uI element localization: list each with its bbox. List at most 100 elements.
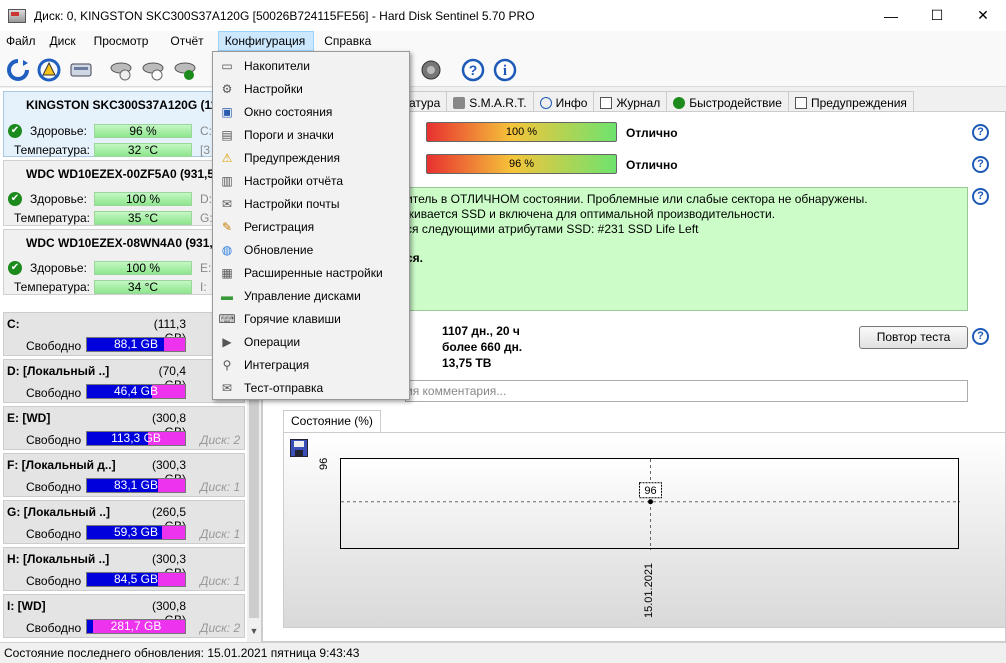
volume-disk: Диск: 1 <box>200 527 241 541</box>
disk-icon[interactable] <box>68 57 94 83</box>
menu-help[interactable]: Справка <box>314 31 379 51</box>
scroll-down-icon[interactable]: ▼ <box>247 626 261 640</box>
free-space-bar: 83,1 GB <box>86 478 186 493</box>
disk-card-0[interactable]: KINGSTON SKC300S37A120G (11 ✔ Здоровье: … <box>3 91 245 157</box>
menu-view[interactable]: Просмотр <box>84 31 157 51</box>
menu-file[interactable]: Файл <box>0 31 44 51</box>
volume-name: H: [Локальный ..] <box>7 552 110 566</box>
info-icon[interactable]: i <box>492 57 518 83</box>
refresh-icon[interactable] <box>5 57 31 83</box>
minimize-button[interactable]: — <box>868 0 914 31</box>
status-line: ся следующими атрибутами SSD: #231 SSD L… <box>406 222 699 236</box>
menu-item[interactable]: ▶ Операции <box>213 330 409 353</box>
disk-ok-icon[interactable] <box>172 57 198 83</box>
tab-info[interactable]: Инфо <box>532 91 595 111</box>
health-chart: 96 <box>340 458 960 550</box>
temp-label: Температура: <box>14 143 91 157</box>
free-label: Свободно <box>26 480 82 494</box>
alert-refresh-icon[interactable] <box>36 57 62 83</box>
health-label: Здоровье: <box>30 124 87 138</box>
window-title: Диск: 0, KINGSTON SKC300S37A120G [50026B… <box>34 8 535 23</box>
menu-disk[interactable]: Диск <box>44 31 84 51</box>
app-icon <box>8 8 26 23</box>
keyboard-icon: ⌨ <box>218 311 236 326</box>
menu-item-label: Предупреждения <box>244 151 340 165</box>
disk-name: WDC WD10EZEX-08WN4A0 (931,5 <box>26 236 220 250</box>
volume-disk: Диск: 1 <box>200 574 241 588</box>
status-bar: Состояние последнего обновления: 15.01.2… <box>0 642 1006 663</box>
volume-item[interactable]: D: [Локальный ..](70,4 GB)Свободно46,4 G… <box>3 359 245 403</box>
menu-item[interactable]: ✉ Тест-отправка <box>213 376 409 399</box>
help-icon[interactable]: ? <box>972 156 989 173</box>
health-rating: Отлично <box>626 126 678 140</box>
menu-item[interactable]: ▣ Окно состояния <box>213 100 409 123</box>
svg-text:?: ? <box>469 62 478 78</box>
menu-item[interactable]: ⚙ Настройки <box>213 77 409 100</box>
menu-item-label: Расширенные настройки <box>244 266 383 280</box>
disk-extra: I: <box>200 280 207 294</box>
menu-item[interactable]: ▦ Расширенные настройки <box>213 261 409 284</box>
menu-item[interactable]: ⌨ Горячие клавиши <box>213 307 409 330</box>
free-space-value: 59,3 GB <box>113 525 159 539</box>
free-space-bar: 281,7 GB <box>86 619 186 634</box>
disk-card-2[interactable]: WDC WD10EZEX-08WN4A0 (931,5 ✔ Здоровье: … <box>3 229 245 295</box>
health-label: Здоровье: <box>30 192 87 206</box>
tab-warnings[interactable]: Предупреждения <box>787 91 914 111</box>
tab-performance[interactable]: Быстродействие <box>666 91 789 111</box>
volume-item[interactable]: C:(111,3 GB)Свободно88,1 GB <box>3 312 245 356</box>
disk-volumes: D: <box>200 192 212 206</box>
volume-item[interactable]: F: [Локальный д..](300,3 GB)Свободно83,1… <box>3 453 245 497</box>
menu-item[interactable]: ▬ Управление дисками <box>213 284 409 307</box>
volume-name: F: [Локальный д..] <box>7 458 116 472</box>
help-icon[interactable]: ? <box>460 57 486 83</box>
temp-label: Температура: <box>14 211 91 225</box>
chart-svg: 96 <box>341 459 960 550</box>
menu-item[interactable]: ⚠ Предупреждения <box>213 146 409 169</box>
volume-disk: Диск: 1 <box>200 480 241 494</box>
free-label: Свободно <box>26 621 82 635</box>
free-label: Свободно <box>26 527 82 541</box>
volume-item[interactable]: G: [Локальный ..](260,5 GB)Свободно59,3 … <box>3 500 245 544</box>
volume-item[interactable]: I: [WD](300,8 GB)Свободно281,7 GBДиск: 2 <box>3 594 245 638</box>
menu-item-label: Операции <box>244 335 301 349</box>
save-icon[interactable] <box>290 439 308 457</box>
disk-test-icon[interactable] <box>108 57 134 83</box>
y-tick-label: 96 <box>318 457 330 470</box>
maximize-button[interactable]: ☐ <box>914 0 960 31</box>
menu-item[interactable]: ◍ Обновление <box>213 238 409 261</box>
toolbar: ? i <box>0 51 1006 87</box>
menu-item-label: Настройки почты <box>244 197 340 211</box>
menu-item[interactable]: ✉ Настройки почты <box>213 192 409 215</box>
menu-configuration[interactable]: Конфигурация <box>217 31 315 51</box>
retest-button[interactable]: Повтор теста <box>859 326 968 349</box>
menu-item[interactable]: ▤ Пороги и значки <box>213 123 409 146</box>
tab-smart[interactable]: S.M.A.R.T. <box>446 91 534 111</box>
health-bar: 100 % <box>94 261 192 275</box>
title-bar: Диск: 0, KINGSTON SKC300S37A120G [50026B… <box>0 0 1006 31</box>
tab-label: Журнал <box>616 95 661 110</box>
help-icon[interactable]: ? <box>972 124 989 141</box>
x-tick-label: 15.01.2021 <box>643 562 655 618</box>
menu-item[interactable]: ✎ Регистрация <box>213 215 409 238</box>
speaker-icon[interactable] <box>418 57 444 83</box>
comment-input[interactable]: ия комментария... <box>405 380 968 402</box>
menu-item[interactable]: ▭ Накопители <box>213 54 409 77</box>
menu-item[interactable]: ▥ Настройки отчёта <box>213 169 409 192</box>
tab-health-chart[interactable]: Состояние (%) <box>283 410 381 432</box>
close-button[interactable]: ✕ <box>960 0 1006 31</box>
volume-item[interactable]: H: [Локальный ..](300,3 GB)Свободно84,5 … <box>3 547 245 591</box>
warnings-icon <box>794 96 807 109</box>
help-icon[interactable]: ? <box>972 328 989 345</box>
volume-name: G: [Локальный ..] <box>7 505 110 519</box>
free-space-bar: 88,1 GB <box>86 337 186 352</box>
menu-item-label: Тест-отправка <box>244 381 324 395</box>
menu-item[interactable]: ⚲ Интеграция <box>213 353 409 376</box>
menu-report[interactable]: Отчёт <box>156 31 211 51</box>
disk-card-1[interactable]: WDC WD10EZEX-00ZF5A0 (931,5 ✔ Здоровье: … <box>3 160 245 226</box>
help-icon[interactable]: ? <box>972 188 989 205</box>
disk-timer-icon[interactable] <box>140 57 166 83</box>
tab-log[interactable]: Журнал <box>593 91 668 111</box>
estimated-lifetime: более 660 дн. <box>442 340 523 354</box>
test-send-icon: ✉ <box>221 380 233 395</box>
volume-item[interactable]: E: [WD](300,8 GB)Свободно113,3 GBДиск: 2 <box>3 406 245 450</box>
